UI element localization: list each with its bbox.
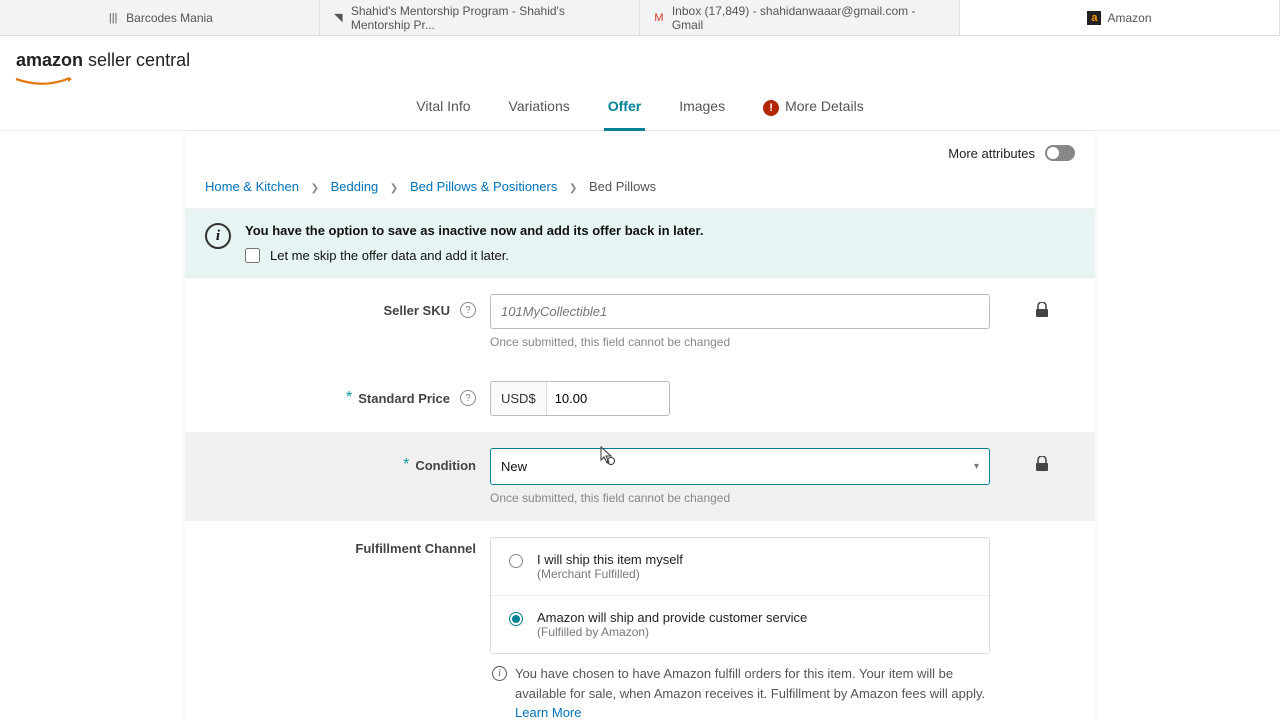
gmail-icon: M — [652, 11, 666, 25]
info-alert: i You have the option to save as inactiv… — [185, 209, 1095, 278]
product-tabs: Vital Info Variations Offer Images !More… — [0, 78, 1280, 131]
amazon-icon: a — [1087, 11, 1101, 25]
help-icon[interactable]: ? — [460, 390, 476, 406]
seller-sku-hint: Once submitted, this field cannot be cha… — [490, 335, 1035, 349]
breadcrumb-link[interactable]: Bed Pillows & Positioners — [410, 179, 557, 194]
warning-icon: ! — [763, 100, 779, 116]
browser-tab-active[interactable]: a Amazon — [960, 0, 1280, 35]
condition-select[interactable]: New ▾ — [490, 448, 990, 485]
page-scroll[interactable]: amazon seller central Vital Info Variati… — [0, 36, 1280, 720]
standard-price-input[interactable] — [547, 382, 647, 415]
option-title: Amazon will ship and provide customer se… — [537, 610, 807, 625]
browser-tab[interactable]: ◥ Shahid's Mentorship Program - Shahid's… — [320, 0, 640, 35]
row-fulfillment: Fulfillment Channel I will ship this ite… — [185, 521, 1095, 720]
barcode-icon: ||| — [106, 11, 120, 25]
form-panel: More attributes Home & Kitchen ❯ Bedding… — [185, 131, 1095, 720]
chevron-right-icon: ❯ — [390, 183, 398, 194]
row-seller-sku: Seller SKU ? Once submitted, this field … — [185, 278, 1095, 365]
more-attributes-bar: More attributes — [185, 131, 1095, 169]
skip-offer-checkbox[interactable] — [245, 248, 260, 263]
fulfillment-options: I will ship this item myself (Merchant F… — [490, 537, 990, 654]
chevron-right-icon: ❯ — [311, 183, 319, 194]
more-attributes-toggle[interactable] — [1045, 145, 1075, 161]
lock-icon — [1035, 294, 1075, 323]
skip-offer-label: Let me skip the offer data and add it la… — [270, 248, 509, 263]
help-icon[interactable]: ? — [460, 302, 476, 318]
condition-hint: Once submitted, this field cannot be cha… — [490, 491, 1035, 505]
radio-checked-icon — [509, 612, 523, 626]
breadcrumb: Home & Kitchen ❯ Bedding ❯ Bed Pillows &… — [185, 169, 1095, 209]
browser-tab[interactable]: ||| Barcodes Mania — [0, 0, 320, 35]
breadcrumb-current: Bed Pillows — [589, 179, 656, 194]
more-attributes-label: More attributes — [948, 146, 1035, 161]
standard-price-label: Standard Price — [358, 391, 450, 406]
tab-title: Barcodes Mania — [126, 11, 213, 25]
info-icon: i — [492, 666, 507, 681]
tab-title: Amazon — [1107, 11, 1151, 25]
row-condition: * Condition New ▾ Once submitted, this f… — [185, 432, 1095, 521]
chevron-right-icon: ❯ — [569, 183, 577, 194]
browser-tab[interactable]: M Inbox (17,849) - shahidanwaaar@gmail.c… — [640, 0, 960, 35]
fulfillment-note-text: You have chosen to have Amazon fulfill o… — [515, 666, 985, 701]
skip-offer-row[interactable]: Let me skip the offer data and add it la… — [245, 248, 1075, 263]
seller-sku-input[interactable] — [490, 294, 990, 329]
currency-label: USD$ — [491, 382, 547, 415]
price-field: USD$ — [490, 381, 670, 416]
breadcrumb-link[interactable]: Bedding — [331, 179, 379, 194]
info-icon: i — [205, 223, 231, 249]
fulfillment-option-amazon[interactable]: Amazon will ship and provide customer se… — [491, 596, 989, 653]
option-subtitle: (Merchant Fulfilled) — [537, 567, 683, 581]
row-standard-price: * Standard Price ? USD$ — [185, 365, 1095, 432]
chevron-down-icon: ▾ — [974, 461, 979, 472]
radio-unchecked-icon — [509, 554, 523, 568]
tab-more-details[interactable]: !More Details — [759, 90, 868, 130]
tab-title: Shahid's Mentorship Program - Shahid's M… — [351, 4, 627, 32]
tab-variations[interactable]: Variations — [505, 90, 574, 130]
option-title: I will ship this item myself — [537, 552, 683, 567]
fulfillment-note: i You have chosen to have Amazon fulfill… — [490, 654, 990, 720]
breadcrumb-link[interactable]: Home & Kitchen — [205, 179, 299, 194]
required-mark: * — [346, 389, 352, 407]
fulfillment-label: Fulfillment Channel — [355, 541, 476, 556]
tab-offer[interactable]: Offer — [604, 90, 645, 130]
learn-more-link[interactable]: Learn More — [515, 705, 581, 720]
browser-tabs: ||| Barcodes Mania ◥ Shahid's Mentorship… — [0, 0, 1280, 36]
tab-title: Inbox (17,849) - shahidanwaaar@gmail.com… — [672, 4, 947, 32]
tab-images[interactable]: Images — [675, 90, 729, 130]
lock-icon — [1035, 448, 1075, 477]
site-icon: ◥ — [332, 11, 345, 25]
required-mark: * — [403, 456, 409, 474]
tab-vital-info[interactable]: Vital Info — [412, 90, 474, 130]
option-subtitle: (Fulfilled by Amazon) — [537, 625, 807, 639]
condition-value: New — [501, 459, 527, 474]
alert-title: You have the option to save as inactive … — [245, 223, 1075, 238]
seller-central-logo: amazon seller central — [0, 36, 1280, 77]
condition-label: Condition — [415, 458, 476, 473]
swoosh-icon — [14, 77, 74, 89]
fulfillment-option-merchant[interactable]: I will ship this item myself (Merchant F… — [491, 538, 989, 596]
seller-sku-label: Seller SKU — [384, 303, 450, 318]
